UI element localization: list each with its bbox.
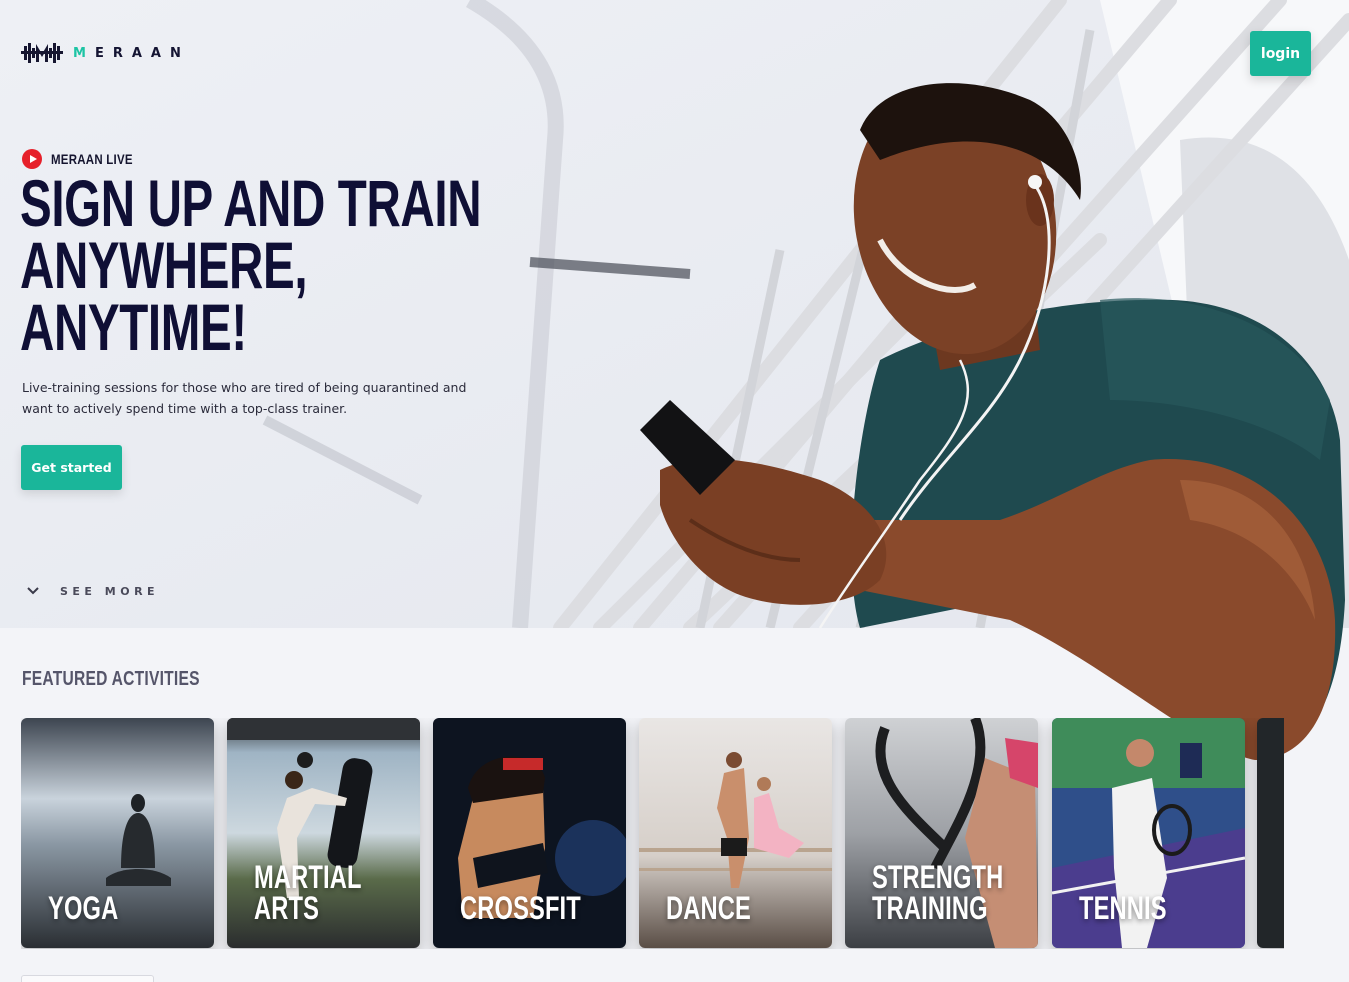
get-started-button[interactable]: Get started (21, 445, 122, 490)
next-activity-image (1257, 718, 1284, 948)
activity-card-next-partial[interactable] (1257, 718, 1284, 948)
activity-card-crossfit[interactable]: CROSSFIT (433, 718, 626, 948)
activity-card-yoga[interactable]: YOGA (21, 718, 214, 948)
headline-line: ANYWHERE, (20, 228, 308, 302)
activity-label: DANCE (666, 890, 751, 926)
activity-carousel[interactable]: YOGA MARTIAL ARTS CROSSFIT DANCE STRENGT… (21, 718, 1284, 949)
headline-line: SIGN UP AND TRAIN (20, 166, 482, 240)
see-more-link[interactable]: SEE MORE (26, 584, 159, 598)
chevron-down-icon (27, 587, 39, 595)
activity-label: TENNIS (1079, 890, 1167, 926)
activity-label: CROSSFIT (460, 890, 581, 926)
brand-name: MERAAN (73, 45, 190, 61)
hero-subtitle: Live-training sessions for those who are… (22, 380, 467, 416)
dumbbell-logo-icon (21, 43, 63, 63)
activity-card-martial-arts[interactable]: MARTIAL ARTS (227, 718, 420, 948)
activity-label: MARTIAL ARTS (254, 859, 362, 926)
live-label: MERAAN LIVE (51, 151, 133, 167)
activity-card-tennis[interactable]: TENNIS (1052, 718, 1245, 948)
featured-activities-title: FEATURED ACTIVITIES (22, 668, 200, 690)
brand-logo[interactable]: MERAAN (21, 40, 190, 66)
activity-card-dance[interactable]: DANCE (639, 718, 832, 948)
activity-label: YOGA (48, 890, 119, 926)
activity-card-strength-training[interactable]: STRENGTH TRAINING (845, 718, 1038, 948)
next-section-tab (21, 975, 154, 982)
login-button[interactable]: login (1250, 31, 1311, 76)
see-more-label: SEE MORE (60, 584, 160, 598)
headline-line: ANYTIME! (20, 290, 247, 364)
activity-label: STRENGTH TRAINING (872, 859, 1004, 926)
hero-headline: SIGN UP AND TRAIN ANYWHERE, ANYTIME! (20, 166, 482, 364)
